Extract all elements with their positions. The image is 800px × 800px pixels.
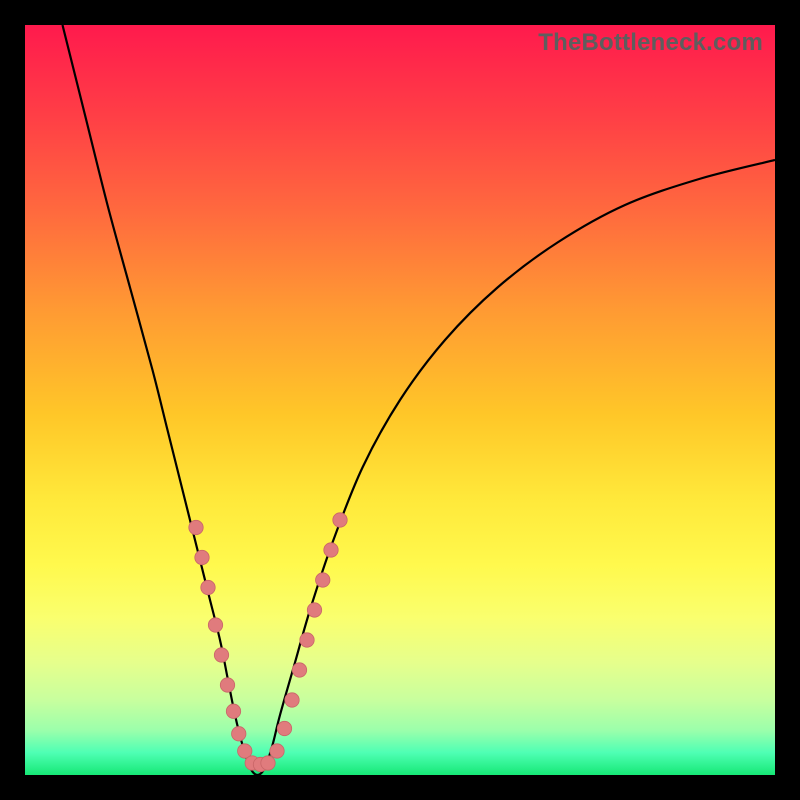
data-marker [214,648,228,662]
data-marker [285,693,299,707]
data-marker [300,633,314,647]
data-marker [333,513,347,527]
data-marker [324,543,338,557]
plot-area: TheBottleneck.com [25,25,775,775]
bottleneck-curve [25,25,775,775]
data-marker [208,618,222,632]
data-marker [270,744,284,758]
data-marker [201,580,215,594]
data-marker [226,704,240,718]
data-marker [307,603,321,617]
data-marker [277,721,291,735]
data-marker [292,663,306,677]
data-marker [189,520,203,534]
data-marker [261,756,275,770]
data-marker [195,550,209,564]
data-marker [232,727,246,741]
data-marker [220,678,234,692]
data-marker [316,573,330,587]
chart-frame: TheBottleneck.com [0,0,800,800]
